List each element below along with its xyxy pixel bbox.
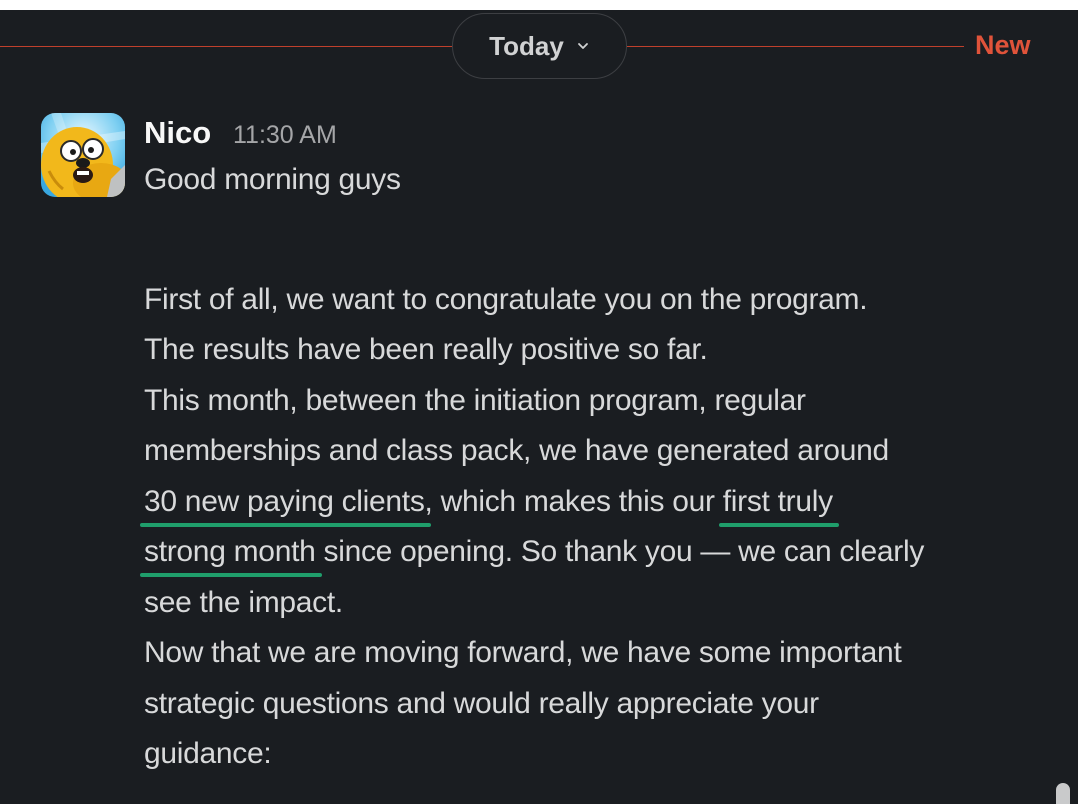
message-line: Now that we are moving forward, we have … [144, 636, 902, 669]
date-jump-button[interactable]: Today [452, 13, 627, 79]
highlighted-text[interactable]: 30 new paying clients [144, 485, 425, 518]
message-line: This month, between the initiation progr… [144, 384, 806, 417]
message-line: guidance: [144, 737, 272, 770]
message-line: memberships and class pack, we have gene… [144, 434, 889, 467]
message-text: , which makes this our [424, 485, 723, 518]
highlighted-text[interactable]: first truly [723, 485, 833, 518]
message-line: Good morning guys [144, 163, 401, 196]
message-line: see the impact. [144, 586, 343, 619]
avatar-jake-dog-icon [41, 113, 125, 197]
message-line: The results have been really positive so… [144, 333, 708, 366]
message-author[interactable]: Nico [144, 115, 211, 151]
highlighted-text[interactable]: strong month [144, 535, 316, 568]
message-line: strong month since opening. So thank you… [144, 535, 924, 569]
message-line: strategic questions and would really app… [144, 687, 819, 720]
new-messages-divider-right [627, 46, 964, 47]
message-timestamp[interactable]: 11:30 AM [233, 121, 337, 150]
message-line: 30 new paying clients, which makes this … [144, 485, 833, 519]
message-line: First of all, we want to congratulate yo… [144, 283, 868, 316]
chevron-down-icon [576, 39, 590, 53]
top-edge [0, 0, 1078, 10]
message-text: since opening. So thank you — we can cle… [315, 535, 925, 568]
date-label: Today [489, 30, 564, 61]
new-messages-label: New [975, 30, 1031, 60]
new-messages-divider-left [0, 46, 452, 47]
avatar[interactable] [41, 113, 125, 197]
scrollbar-thumb[interactable] [1056, 783, 1070, 804]
